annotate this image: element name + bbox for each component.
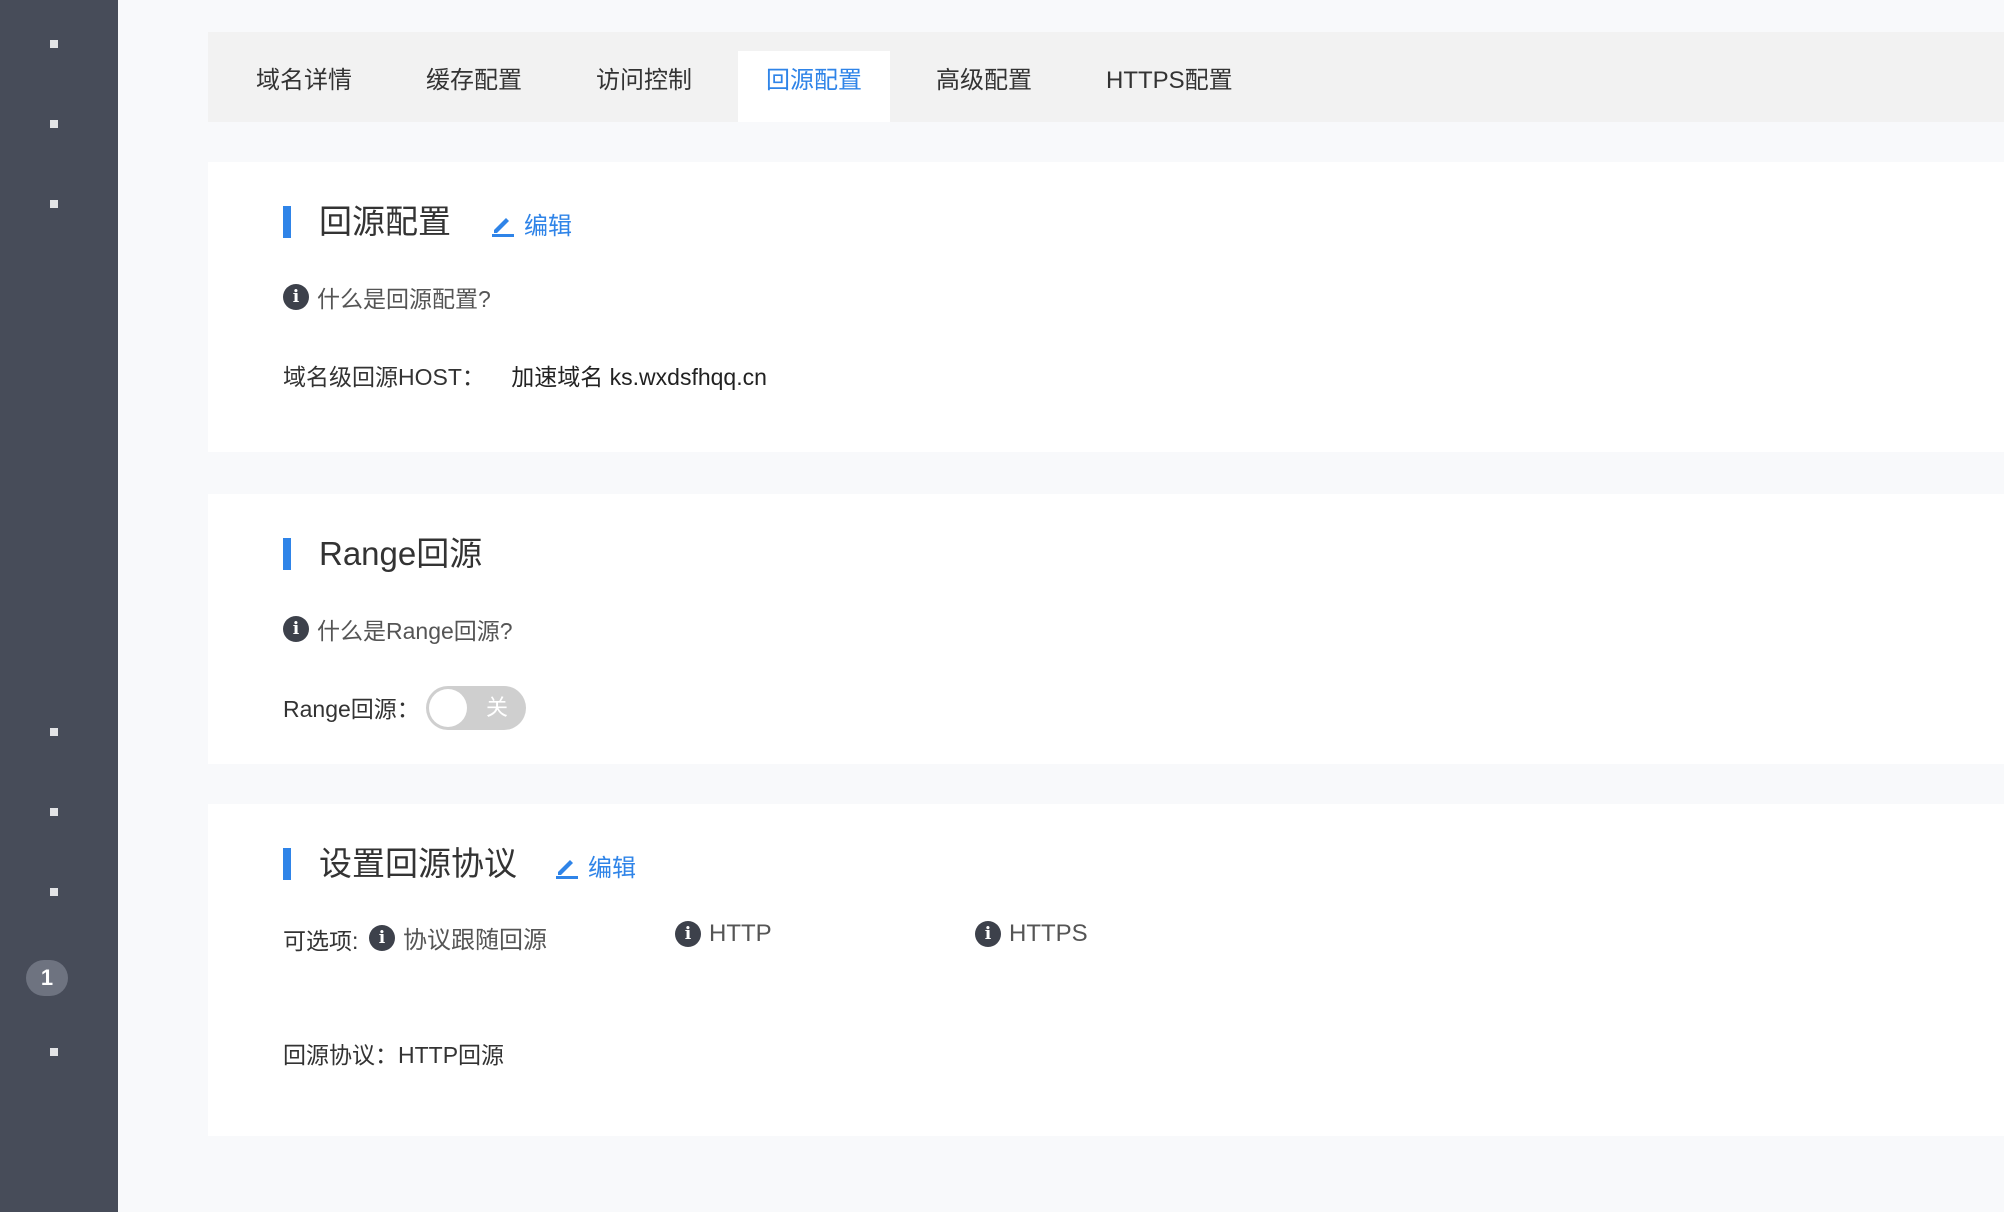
- range-field-label: Range回源：: [283, 696, 420, 722]
- option-label: HTTP: [709, 920, 772, 947]
- section-title: 回源配置: [283, 203, 451, 240]
- option-label: 协议跟随回源: [403, 927, 547, 954]
- info-icon: i: [975, 921, 1001, 947]
- sidebar: 1: [0, 0, 118, 1212]
- tab-access-control[interactable]: 访问控制: [568, 51, 720, 122]
- main-content: 域名详情 缓存配置 访问控制 回源配置 高级配置 HTTPS配置 回源配置 编辑…: [208, 32, 2004, 1136]
- option-https[interactable]: i HTTPS: [975, 920, 1088, 948]
- host-value: 加速域名 ks.wxdsfhqq.cn: [511, 364, 767, 390]
- sidebar-nav-item[interactable]: [50, 1048, 58, 1056]
- section-title: 设置回源协议: [283, 845, 517, 882]
- edit-icon: [556, 859, 578, 879]
- tab-origin-config[interactable]: 回源配置: [738, 51, 890, 122]
- current-protocol-field: 回源协议：HTTP回源: [283, 1036, 504, 1070]
- section-title-text: Range回源: [319, 535, 483, 572]
- range-card: Range回源 i 什么是Range回源? Range回源： 关: [208, 494, 2004, 764]
- option-follow-protocol[interactable]: i 协议跟随回源: [369, 920, 547, 955]
- help-link-range[interactable]: i 什么是Range回源?: [283, 612, 513, 646]
- title-accent-bar: [283, 848, 291, 880]
- help-link-origin[interactable]: i 什么是回源配置?: [283, 280, 491, 314]
- info-icon: i: [283, 284, 309, 310]
- edit-protocol-button[interactable]: 编辑: [554, 848, 636, 883]
- current-protocol-label: 回源协议：: [283, 1042, 398, 1068]
- sidebar-nav-item[interactable]: [50, 808, 58, 816]
- sidebar-nav-item[interactable]: [50, 40, 58, 48]
- tab-domain-details[interactable]: 域名详情: [228, 51, 380, 122]
- sidebar-nav-item[interactable]: [50, 888, 58, 896]
- title-accent-bar: [283, 206, 291, 238]
- range-toggle[interactable]: 关: [426, 686, 526, 730]
- tab-advanced-config[interactable]: 高级配置: [908, 51, 1060, 122]
- help-text: 什么是回源配置?: [317, 286, 491, 312]
- toggle-label: 关: [485, 695, 508, 720]
- info-icon: i: [369, 924, 395, 951]
- section-title-text: 设置回源协议: [319, 845, 517, 882]
- option-label: HTTPS: [1009, 920, 1088, 947]
- origin-config-card: 回源配置 编辑 i 什么是回源配置? 域名级回源HOST： 加速域名 ks.wx…: [208, 162, 2004, 452]
- section-title-text: 回源配置: [319, 203, 451, 240]
- tab-bar: 域名详情 缓存配置 访问控制 回源配置 高级配置 HTTPS配置: [208, 32, 2004, 122]
- notification-badge[interactable]: 1: [26, 960, 68, 996]
- option-http[interactable]: i HTTP: [675, 920, 772, 948]
- info-icon: i: [283, 616, 309, 642]
- tab-cache-config[interactable]: 缓存配置: [398, 51, 550, 122]
- sidebar-nav-item[interactable]: [50, 728, 58, 736]
- sidebar-nav-item[interactable]: [50, 200, 58, 208]
- toggle-knob: [429, 689, 467, 727]
- section-title: Range回源: [283, 535, 483, 572]
- host-field: 域名级回源HOST： 加速域名 ks.wxdsfhqq.cn: [283, 358, 767, 392]
- info-icon: i: [675, 921, 701, 947]
- tab-https-config[interactable]: HTTPS配置: [1078, 51, 1261, 122]
- sidebar-nav-item[interactable]: [50, 120, 58, 128]
- title-accent-bar: [283, 538, 291, 570]
- edit-origin-button[interactable]: 编辑: [490, 206, 572, 241]
- edit-icon: [492, 217, 514, 237]
- current-protocol-value: HTTP回源: [398, 1042, 505, 1068]
- protocol-card: 设置回源协议 编辑 可选项: i 协议跟随回源 i HTTP i HTTPS 回…: [208, 804, 2004, 1136]
- options-label: 可选项:: [283, 928, 359, 954]
- edit-label: 编辑: [524, 213, 572, 240]
- help-text: 什么是Range回源?: [317, 618, 513, 644]
- host-label: 域名级回源HOST：: [283, 364, 485, 390]
- edit-label: 编辑: [588, 855, 636, 882]
